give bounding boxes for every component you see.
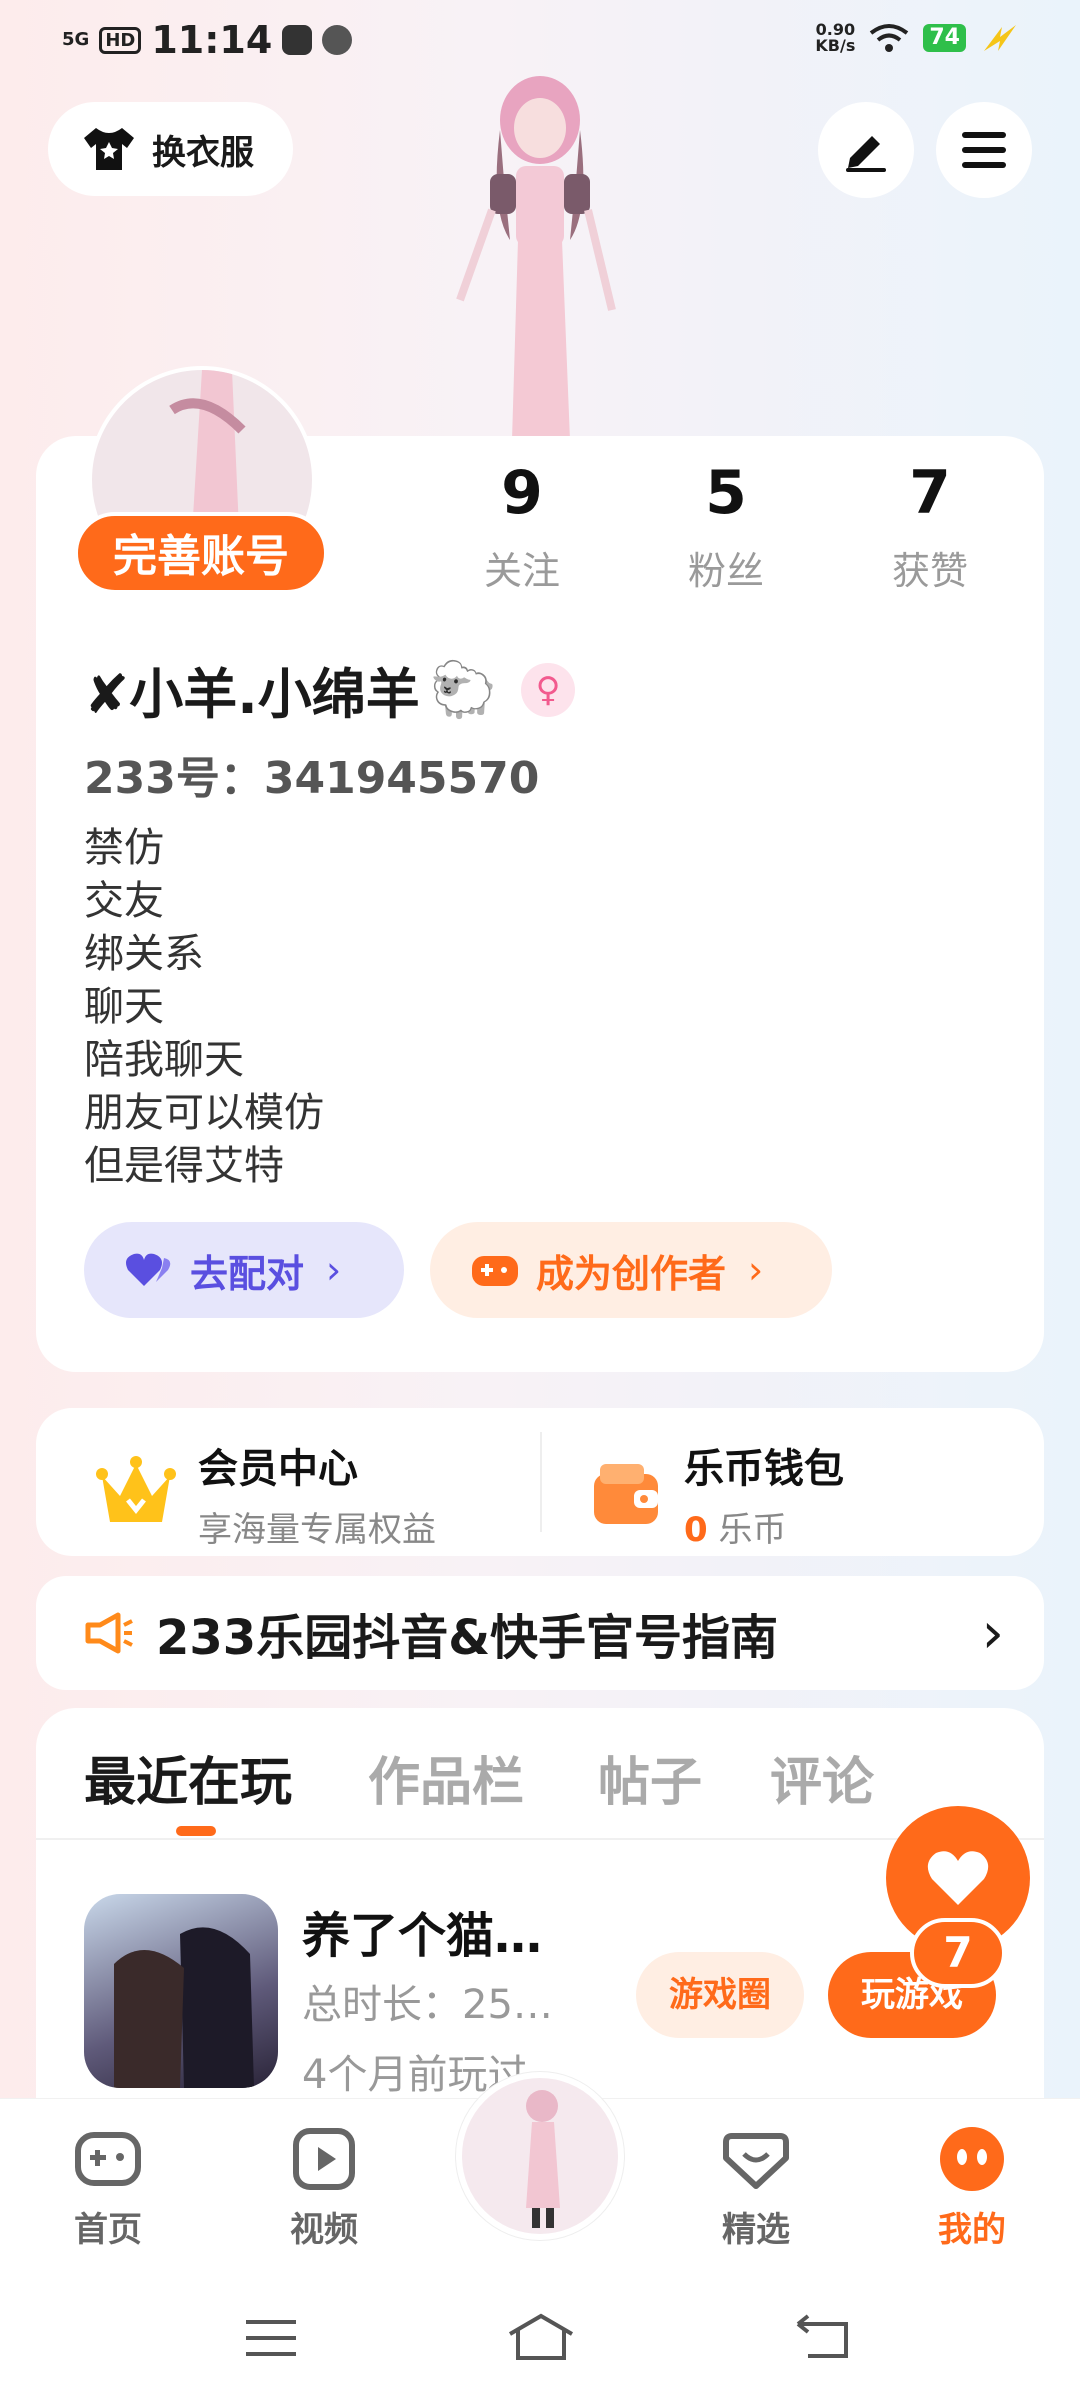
tab-recent-played[interactable]: 最近在玩 (84, 1740, 292, 1815)
hd-indicator: HD (99, 26, 142, 54)
like-count-badge: 7 (910, 1918, 1006, 1988)
clock: 11:14 (151, 18, 273, 62)
bio: 禁仿 交友 绑关系 聊天 陪我聊天 朋友可以模仿 但是得艾特 (84, 822, 324, 1193)
wallet-balance: 0 乐币 (684, 1502, 844, 1551)
bio-line: 绑关系 (84, 931, 204, 977)
heart-icon (927, 1851, 989, 1905)
tab-comments[interactable]: 评论 (770, 1740, 874, 1815)
bio-line: 陪我聊天 (84, 1037, 244, 1083)
wallet[interactable]: 乐币钱包 0 乐币 (590, 1436, 844, 1551)
bio-line: 禁仿 (84, 825, 164, 871)
nav-home-label: 首页 (74, 2210, 142, 2250)
following-count: 9 (501, 458, 543, 528)
followers-stat[interactable]: 5 粉丝 (646, 456, 806, 595)
status-right: 0.90 KB/s 74 (815, 22, 1020, 54)
following-label: 关注 (483, 549, 560, 593)
user-id: 233号：341945570 (84, 753, 540, 804)
game-name: 养了个猫… (302, 1908, 543, 1964)
nav-me-label: 我的 (938, 2210, 1006, 2250)
match-button[interactable]: 去配对 › (84, 1222, 404, 1318)
bio-line: 聊天 (84, 984, 164, 1030)
menu-icon (962, 132, 1006, 168)
member-center-title: 会员中心 (198, 1446, 358, 1492)
match-label: 去配对 (190, 1251, 305, 1296)
edit-profile-button[interactable] (818, 102, 914, 198)
chevron-right-icon: › (981, 1600, 1004, 1666)
tab-works[interactable]: 作品栏 (368, 1740, 524, 1815)
wallet-amount: 0 (684, 1510, 708, 1550)
double-heart-icon (126, 1253, 171, 1286)
game-circle-button[interactable]: 游戏圈 (636, 1952, 804, 2038)
tshirt-icon (84, 128, 134, 170)
female-gender-icon: ♀ (521, 662, 576, 717)
nav-video[interactable]: 视频 (244, 2124, 404, 2251)
nav-home[interactable]: 首页 (28, 2124, 188, 2251)
net-speed-unit: KB/s (815, 36, 856, 55)
bio-line: 交友 (84, 878, 164, 924)
system-navigation-bar (0, 2268, 1080, 2400)
game-cover-art (114, 1927, 254, 2088)
video-icon (293, 2128, 355, 2190)
pen-icon (846, 136, 886, 172)
app-notification-icon (282, 25, 313, 55)
wifi-icon (870, 24, 909, 52)
complete-account-button[interactable]: 完善账号 (74, 512, 328, 594)
avatar-character[interactable] (420, 70, 660, 440)
center-avatar-button[interactable] (456, 2072, 624, 2240)
heart-chat-icon (723, 2133, 789, 2189)
divider (540, 1432, 542, 1532)
charging-icon (984, 25, 1016, 51)
notice-text: 233乐园抖音&快手官号指南 (156, 1610, 779, 1666)
nickname: ✘小羊.小绵羊 🐑 ♀ (84, 650, 576, 729)
recent-apps-icon[interactable] (246, 2318, 296, 2358)
likes-stat[interactable]: 7 获赞 (850, 456, 1010, 595)
menu-button[interactable] (936, 102, 1032, 198)
home-icon[interactable] (506, 2312, 576, 2362)
nav-me[interactable]: 我的 (892, 2124, 1052, 2251)
wallet-unit: 乐币 (718, 1510, 787, 1550)
change-outfit-button[interactable]: 换衣服 (48, 102, 293, 196)
game-cover[interactable] (84, 1894, 278, 2088)
avatar-figure (526, 2090, 560, 2228)
chevron-right-icon: › (748, 1248, 764, 1292)
following-stat[interactable]: 9 关注 (442, 456, 602, 595)
become-creator-button[interactable]: 成为创作者 › (430, 1222, 832, 1318)
battery-level: 74 (923, 24, 966, 52)
sheep-emoji: 🐑 (429, 657, 498, 721)
nav-video-label: 视频 (290, 2210, 358, 2250)
wallet-icon (594, 1463, 658, 1524)
nav-featured-label: 精选 (722, 2210, 790, 2250)
nickname-text: ✘小羊.小绵羊 (84, 663, 420, 726)
chevron-right-icon: › (326, 1248, 342, 1292)
megaphone-icon (85, 1612, 133, 1654)
change-outfit-label: 换衣服 (152, 132, 254, 173)
become-creator-label: 成为创作者 (536, 1251, 727, 1296)
gamepad-icon (472, 1256, 518, 1286)
wallet-title: 乐币钱包 (684, 1446, 844, 1492)
followers-label: 粉丝 (687, 549, 764, 593)
wechat-notification-icon (322, 25, 353, 55)
play-duration: 总时长：25… (302, 1982, 553, 2028)
divider (36, 1838, 1044, 1840)
likes-count: 7 (909, 458, 951, 528)
likes-label: 获赞 (891, 549, 968, 593)
followers-count: 5 (705, 458, 747, 528)
bio-line: 但是得艾特 (84, 1143, 284, 1189)
notice-banner[interactable]: 233乐园抖音&快手官号指南 › (36, 1576, 1044, 1690)
net-speed: 0.90 KB/s (815, 22, 855, 54)
tab-indicator (176, 1826, 216, 1836)
bio-line: 朋友可以模仿 (84, 1090, 324, 1136)
face-icon (940, 2127, 1004, 2191)
member-center-subtitle: 享海量专属权益 (198, 1510, 436, 1550)
member-center[interactable]: 会员中心 享海量专属权益 (96, 1436, 436, 1551)
gamepad-icon (75, 2132, 141, 2186)
back-icon[interactable] (796, 2314, 852, 2360)
tab-posts[interactable]: 帖子 (598, 1740, 702, 1815)
crown-icon (96, 1455, 176, 1522)
status-left: 5G HD 11:14 (62, 18, 353, 62)
status-bar: 5G HD 11:14 0.90 KB/s 74 (0, 0, 1080, 80)
network-indicator: 5G (62, 29, 90, 50)
nav-featured[interactable]: 精选 (676, 2124, 836, 2251)
